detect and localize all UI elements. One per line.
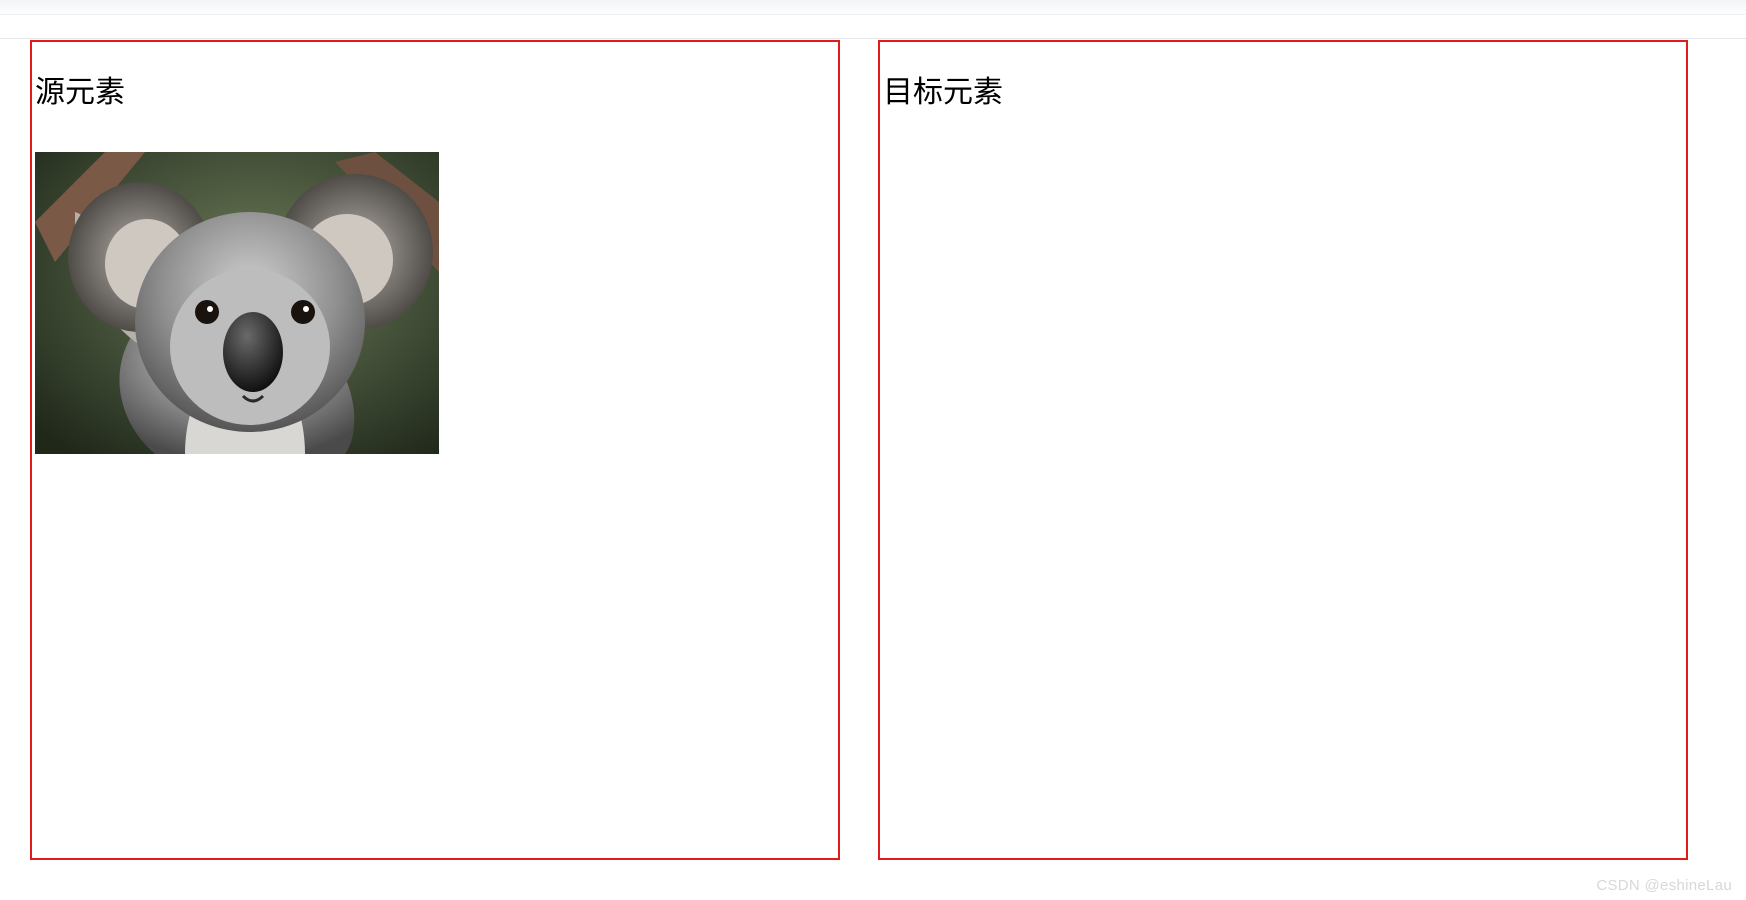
koala-image-icon [35,152,439,454]
horizontal-divider [0,38,1746,39]
source-panel-title: 源元素 [35,78,838,108]
source-drop-zone[interactable]: 源元素 [30,40,840,860]
target-panel-title: 目标元素 [883,78,1686,108]
browser-chrome-strip [0,0,1746,15]
target-drop-zone[interactable]: 目标元素 [878,40,1688,860]
draggable-image[interactable] [35,152,439,454]
watermark-text: CSDN @eshineLau [1596,877,1732,894]
